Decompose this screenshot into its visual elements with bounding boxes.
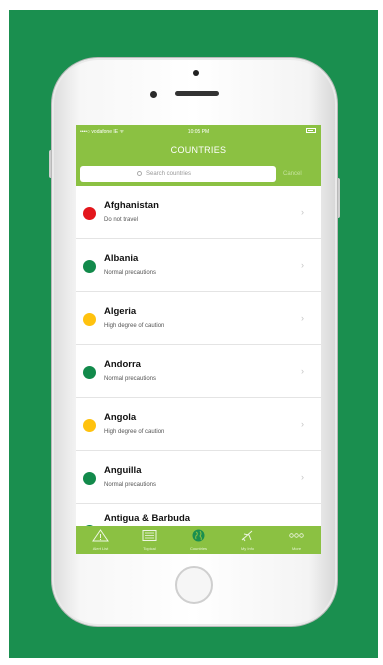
- chevron-right-icon: ›: [301, 313, 304, 323]
- chevron-right-icon: ›: [301, 260, 304, 270]
- news-icon: [142, 530, 157, 541]
- travel-advice: Do not travel: [104, 217, 139, 223]
- travel-advice: High degree of caution: [104, 429, 165, 435]
- status-indicator: [83, 313, 96, 326]
- warning-icon: [92, 529, 109, 542]
- front-camera: [193, 70, 199, 76]
- status-indicator: [83, 419, 96, 432]
- chevron-right-icon: ›: [301, 207, 304, 217]
- cancel-button[interactable]: Cancel: [283, 171, 302, 177]
- search-placeholder: Search countries: [146, 171, 192, 177]
- status-indicator: [83, 472, 96, 485]
- country-name: Angola: [104, 412, 137, 423]
- tab-my-info[interactable]: My Info: [223, 526, 272, 554]
- status-time: 10:05 PM: [187, 129, 210, 135]
- travel-advice: Normal precautions: [104, 376, 157, 382]
- search-icon: [137, 171, 142, 176]
- chevron-right-icon: ›: [301, 419, 304, 429]
- list-item[interactable]: Anguilla Normal precautions ›: [76, 451, 321, 504]
- status-indicator: [83, 207, 96, 220]
- tab-countries[interactable]: Countries: [174, 526, 223, 554]
- phone-screen: ••••○ vodafone IE ᯤ 10:05 PM COUNTRIES S…: [76, 125, 321, 554]
- list-item[interactable]: Afghanistan Do not travel ›: [76, 186, 321, 239]
- tab-label: My Info: [240, 546, 255, 551]
- search-bar: Search countries Cancel: [76, 162, 321, 186]
- country-name: Andorra: [104, 359, 141, 370]
- list-item[interactable]: Albania Normal precautions ›: [76, 239, 321, 292]
- proximity-sensor: [150, 91, 157, 98]
- earpiece-speaker: [175, 91, 219, 96]
- plane-icon: [241, 530, 253, 542]
- tab-topical[interactable]: Topical: [125, 526, 174, 554]
- page-title: COUNTRIES: [170, 145, 227, 155]
- navigation-bar: COUNTRIES: [76, 138, 321, 162]
- tab-label: Countries: [189, 546, 208, 551]
- status-bar: ••••○ vodafone IE ᯤ 10:05 PM: [76, 125, 321, 138]
- chevron-right-icon: ›: [301, 366, 304, 376]
- tab-bar: Alert List Topical Countries My Info Mor…: [76, 526, 321, 554]
- status-indicator: [83, 366, 96, 379]
- travel-advice: High degree of caution: [104, 323, 165, 329]
- tab-label: Topical: [143, 546, 156, 551]
- tab-label: Alert List: [92, 546, 109, 551]
- status-indicator: [83, 260, 96, 273]
- list-item[interactable]: Angola High degree of caution ›: [76, 398, 321, 451]
- list-item[interactable]: Algeria High degree of caution ›: [76, 292, 321, 345]
- tab-label: More: [291, 546, 302, 551]
- travel-advice: Normal precautions: [104, 270, 157, 276]
- chevron-right-icon: ›: [301, 472, 304, 482]
- home-button[interactable]: [175, 566, 213, 604]
- travel-advice: Normal precautions: [104, 482, 157, 488]
- more-icon: [289, 533, 304, 538]
- battery-icon: [306, 128, 316, 133]
- country-name: Albania: [104, 253, 139, 264]
- tab-more[interactable]: More: [272, 526, 321, 554]
- country-name: Afghanistan: [104, 200, 159, 211]
- globe-icon: [192, 529, 205, 542]
- country-name: Anguilla: [104, 465, 142, 476]
- list-item[interactable]: Andorra Normal precautions ›: [76, 345, 321, 398]
- country-list: Afghanistan Do not travel › Albania Norm…: [76, 186, 321, 554]
- country-name: Algeria: [104, 306, 137, 317]
- tab-alert-list[interactable]: Alert List: [76, 526, 125, 554]
- country-name: Antigua & Barbuda: [104, 513, 191, 524]
